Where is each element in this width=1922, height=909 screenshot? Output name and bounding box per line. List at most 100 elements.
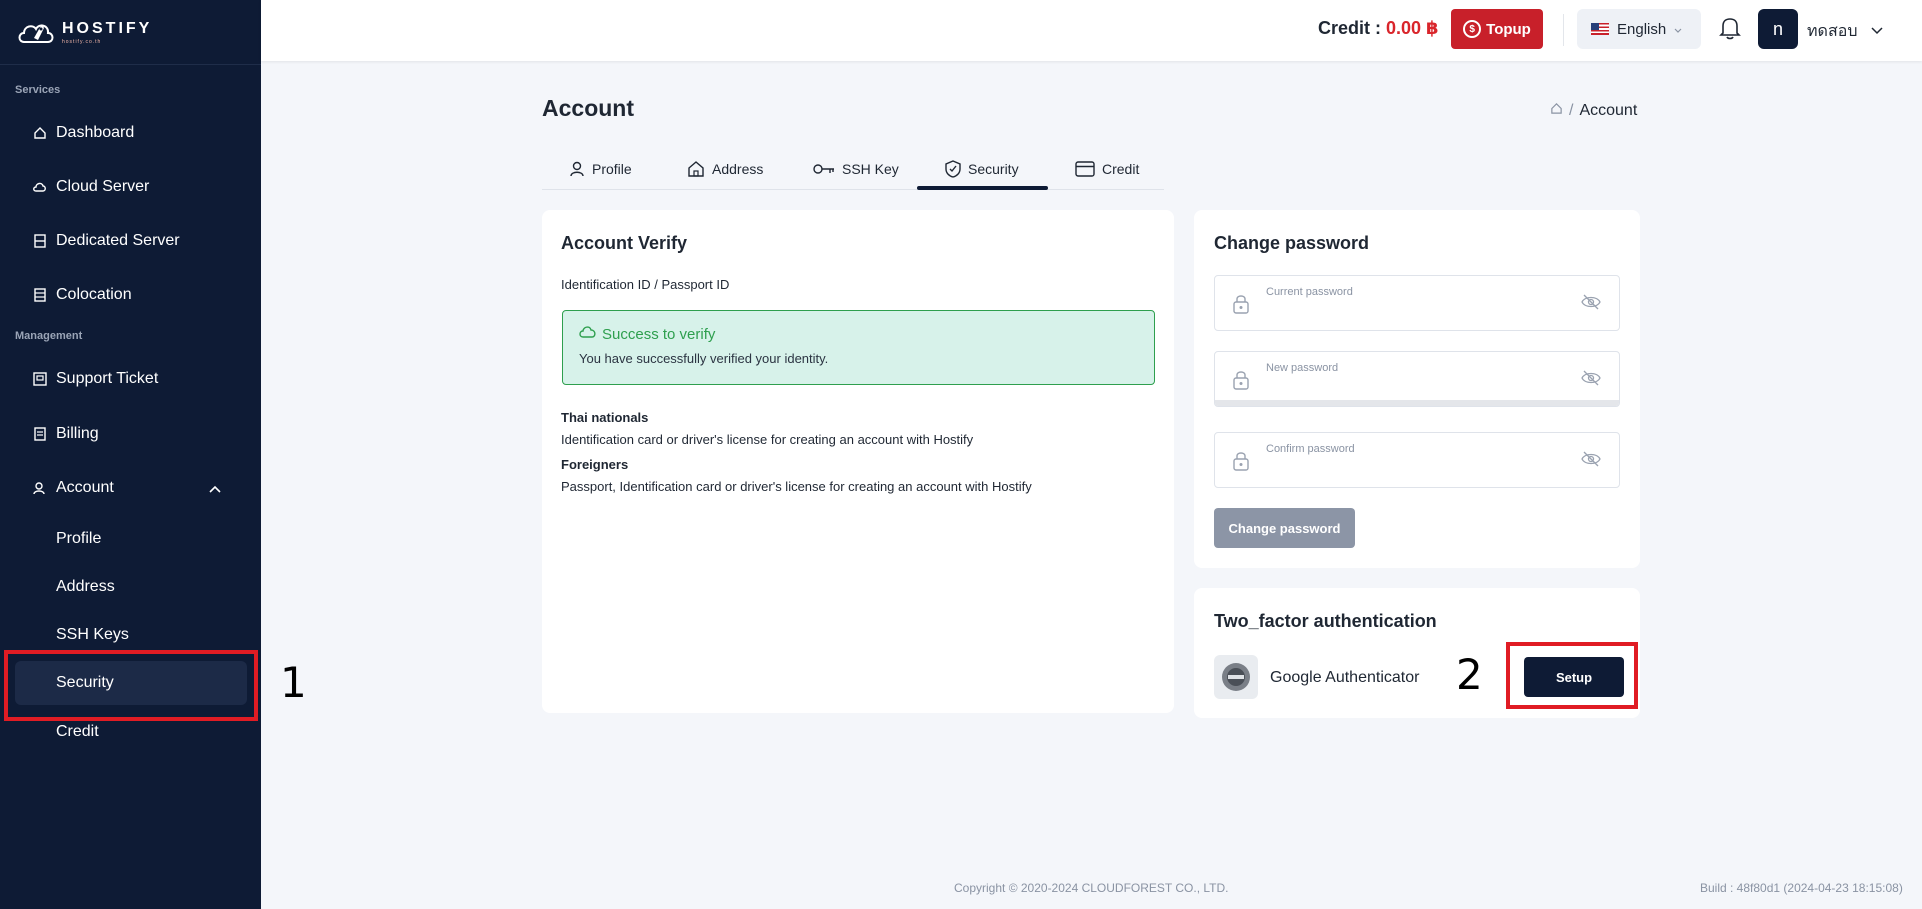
sidebar-subitem-profile[interactable]: Profile bbox=[15, 517, 247, 561]
tab-label: Address bbox=[712, 160, 764, 177]
sidebar-item-colocation[interactable]: Colocation bbox=[15, 273, 247, 317]
user-avatar[interactable]: n bbox=[1758, 9, 1798, 49]
credit-display: Credit : 0.00 ฿ bbox=[1318, 18, 1439, 39]
current-password-field[interactable]: Current password bbox=[1214, 275, 1620, 331]
shield-check-icon bbox=[945, 159, 961, 178]
verify-success-title: Success to verify bbox=[579, 325, 715, 343]
cloud-icon bbox=[32, 179, 48, 195]
change-password-card: Change password Current password New pas… bbox=[1194, 210, 1640, 568]
section-label-services: Services bbox=[15, 84, 61, 96]
tab-label: Credit bbox=[1102, 160, 1140, 177]
sidebar-item-label: Colocation bbox=[56, 286, 132, 303]
sidebar-item-cloud-server[interactable]: Cloud Server bbox=[15, 165, 247, 209]
change-password-title: Change password bbox=[1214, 233, 1370, 253]
annotation-highlight-setup bbox=[1506, 642, 1638, 709]
thai-nationals-title: Thai nationals bbox=[561, 410, 649, 425]
tab-security[interactable]: Security bbox=[945, 147, 1019, 190]
tab-address[interactable]: Address bbox=[687, 147, 763, 190]
tab-ssh-key[interactable]: SSH Key bbox=[813, 147, 899, 190]
account-icon bbox=[32, 480, 48, 496]
sidebar-item-label: Support Ticket bbox=[56, 370, 159, 387]
notification-bell-icon[interactable] bbox=[1719, 16, 1741, 40]
verify-success-alert: Success to verify You have successfully … bbox=[562, 310, 1155, 385]
annotation-number-1: 1 bbox=[280, 658, 307, 707]
breadcrumb-current: Account bbox=[1579, 102, 1638, 119]
confirm-password-label: Confirm password bbox=[1266, 443, 1355, 455]
confirm-password-field[interactable]: Confirm password bbox=[1214, 432, 1620, 488]
chevron-down-icon bbox=[1674, 21, 1682, 38]
change-password-button[interactable]: Change password bbox=[1214, 508, 1355, 548]
sidebar-item-label: Billing bbox=[56, 425, 99, 442]
breadcrumb: / Account bbox=[1550, 102, 1637, 120]
eye-off-icon[interactable] bbox=[1581, 370, 1601, 391]
us-flag-icon bbox=[1591, 23, 1609, 35]
home-icon[interactable] bbox=[1550, 102, 1563, 120]
topbar: Credit : 0.00 ฿ $ Topup English n ทดสอบ bbox=[261, 0, 1922, 61]
sidebar-item-support-ticket[interactable]: Support Ticket bbox=[15, 357, 247, 401]
lock-icon bbox=[1233, 451, 1249, 476]
google-authenticator-icon bbox=[1214, 655, 1258, 699]
language-selector[interactable]: English bbox=[1577, 9, 1701, 49]
sidebar-item-account[interactable]: Account bbox=[15, 466, 247, 510]
rack-icon bbox=[32, 287, 48, 303]
chevron-down-icon[interactable] bbox=[1871, 22, 1883, 40]
header-divider bbox=[1563, 14, 1564, 46]
tab-credit[interactable]: Credit bbox=[1075, 147, 1139, 190]
tab-profile[interactable]: Profile bbox=[569, 147, 632, 190]
foreigners-title: Foreigners bbox=[561, 457, 629, 472]
coin-icon: $ bbox=[1463, 20, 1482, 38]
two-factor-title: Two_factor authentication bbox=[1214, 611, 1437, 631]
server-icon bbox=[32, 233, 48, 249]
footer-build-info: Build : 48f80d1 (2024-04-23 18:15:08) bbox=[1700, 881, 1903, 895]
foreigners-description: Passport, Identification card or driver'… bbox=[561, 479, 1032, 494]
sidebar-item-billing[interactable]: Billing bbox=[15, 412, 247, 456]
ticket-icon bbox=[32, 371, 48, 387]
brand-logo[interactable]: HOSTIFY hostify.co.th bbox=[0, 0, 261, 65]
topup-label: Topup bbox=[1486, 20, 1531, 38]
billing-icon bbox=[32, 426, 48, 442]
sidebar-item-label: Dedicated Server bbox=[56, 232, 180, 249]
credit-label: Credit : bbox=[1318, 18, 1387, 38]
google-authenticator-label: Google Authenticator bbox=[1270, 669, 1420, 686]
verify-success-text: Success to verify bbox=[602, 325, 716, 343]
id-label: Identification ID / Passport ID bbox=[561, 277, 730, 292]
account-tabs: Profile Address SSH Key Security Credit bbox=[542, 147, 1164, 190]
breadcrumb-separator: / bbox=[1569, 102, 1574, 119]
chevron-up-icon[interactable] bbox=[209, 480, 221, 498]
active-tab-indicator bbox=[917, 186, 1048, 190]
sidebar-item-label: Account bbox=[56, 479, 114, 496]
sidebar-subitem-address[interactable]: Address bbox=[15, 565, 247, 609]
annotation-highlight-security bbox=[4, 650, 258, 721]
lock-icon bbox=[1233, 370, 1249, 395]
new-password-field[interactable]: New password bbox=[1214, 351, 1620, 407]
sidebar-item-label: Cloud Server bbox=[56, 178, 150, 195]
topup-button[interactable]: $ Topup bbox=[1451, 9, 1543, 49]
verify-success-description: You have successfully verified your iden… bbox=[579, 351, 829, 366]
lock-icon bbox=[1233, 294, 1249, 319]
account-verify-card: Account Verify Identification ID / Passp… bbox=[542, 210, 1174, 713]
tab-label: Profile bbox=[592, 160, 632, 177]
sidebar-item-label: Dashboard bbox=[56, 124, 135, 141]
user-name[interactable]: ทดสอบ bbox=[1807, 19, 1857, 44]
sidebar: HOSTIFY hostify.co.th Services Dashboard… bbox=[0, 0, 261, 909]
tab-label: Security bbox=[968, 160, 1019, 177]
brand-name: HOSTIFY bbox=[62, 19, 153, 37]
home-icon bbox=[32, 125, 48, 141]
thai-nationals-description: Identification card or driver's license … bbox=[561, 432, 974, 447]
password-strength-bar bbox=[1215, 400, 1619, 406]
eye-off-icon[interactable] bbox=[1581, 294, 1601, 315]
user-icon bbox=[569, 161, 585, 177]
eye-off-icon[interactable] bbox=[1581, 451, 1601, 472]
sidebar-item-dedicated-server[interactable]: Dedicated Server bbox=[15, 219, 247, 263]
annotation-number-2: 2 bbox=[1456, 650, 1483, 699]
section-label-management: Management bbox=[15, 330, 83, 342]
footer-copyright: Copyright © 2020-2024 CLOUDFOREST CO., L… bbox=[954, 881, 1229, 895]
page-title: Account bbox=[542, 95, 634, 121]
sidebar-item-dashboard[interactable]: Dashboard bbox=[15, 111, 247, 155]
key-icon bbox=[813, 163, 835, 175]
brand-tagline: hostify.co.th bbox=[62, 38, 102, 45]
cloud-check-icon bbox=[579, 325, 597, 343]
account-verify-title: Account Verify bbox=[561, 233, 688, 253]
rocket-cloud-logo-icon bbox=[16, 16, 56, 48]
tab-label: SSH Key bbox=[842, 160, 899, 177]
